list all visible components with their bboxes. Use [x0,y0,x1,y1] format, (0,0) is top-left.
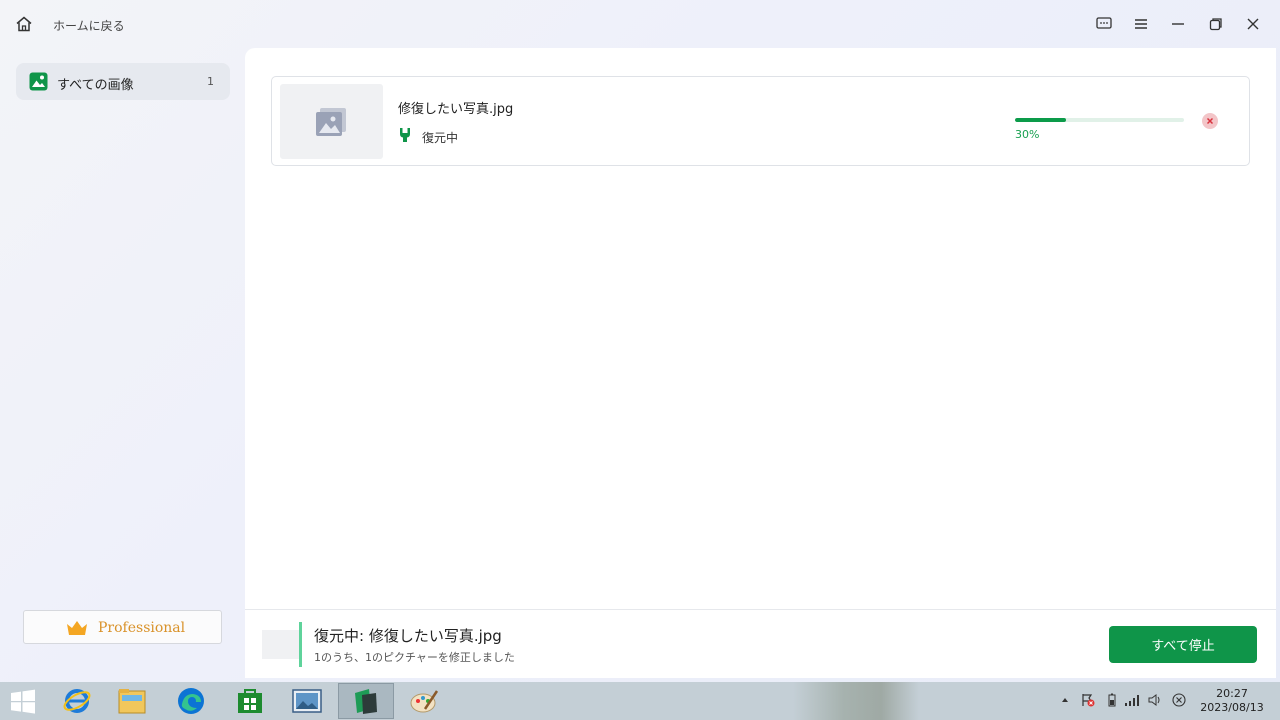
footer-thumbnail [262,630,300,659]
battery-icon[interactable] [1104,692,1120,708]
sidebar-item-all-images[interactable]: すべての画像 1 [16,63,230,100]
edge-icon[interactable] [163,683,219,719]
clock-date: 2023/08/13 [1200,701,1264,714]
progress-text: 30% [1015,128,1040,141]
store-icon[interactable] [222,683,278,719]
home-icon[interactable] [14,14,34,34]
main-panel: 修復したい写真.jpg 復元中 30% 復元中: 修復したい写真.jpg 1のう… [245,48,1276,678]
stop-all-button[interactable]: すべて停止 [1109,626,1257,663]
professional-button[interactable]: Professional [23,610,222,644]
minimize-icon[interactable] [1168,14,1188,34]
status-text: 復元中 [422,131,459,145]
file-name: 修復したい写真.jpg [398,102,514,117]
network-icon[interactable] [1124,692,1140,708]
progress-fill [1015,118,1066,122]
taskbar-wallpaper-peek [793,682,919,720]
restore-icon[interactable] [1206,14,1226,34]
clock-time: 20:27 [1216,687,1248,700]
feedback-icon[interactable] [1094,14,1114,34]
taskbar-clock[interactable]: 20:27 2023/08/13 [1197,687,1267,715]
cancel-icon[interactable] [1202,113,1218,129]
recovery-list-item: 修復したい写真.jpg 復元中 30% [271,76,1250,166]
sidebar-item-label: すべての画像 [57,78,134,93]
progress-bar [1015,118,1184,122]
footer-subtitle: 1のうち、1のピクチャーを修正しました [314,651,515,664]
crown-icon [66,620,88,636]
home-link[interactable]: ホームに戻る [53,17,125,34]
notification-off-icon[interactable] [1171,692,1187,708]
image-icon [29,72,48,91]
menu-icon[interactable] [1131,14,1151,34]
professional-label: Professional [98,620,186,636]
action-center-icon[interactable] [1080,692,1096,708]
file-thumbnail [280,84,383,159]
repair-status-icon [398,127,412,143]
tray-expand-icon[interactable] [1057,692,1073,708]
taskbar: 20:27 2023/08/13 [0,682,1280,720]
status-footer: 復元中: 修復したい写真.jpg 1のうち、1のピクチャーを修正しました すべて… [245,609,1276,678]
sidebar-item-count: 1 [207,75,214,88]
photo-viewer-icon[interactable] [279,683,335,719]
title-bar: ホームに戻る [0,0,1280,48]
windows-start-icon[interactable] [10,689,36,714]
repair-app-icon[interactable] [338,683,394,719]
footer-title: 復元中: 修復したい写真.jpg [314,627,502,645]
internet-explorer-icon[interactable] [49,683,105,719]
volume-icon[interactable] [1147,692,1163,708]
file-explorer-icon[interactable] [104,683,160,719]
footer-accent-bar [299,622,302,667]
paint-icon[interactable] [396,683,452,719]
close-icon[interactable] [1243,14,1263,34]
image-placeholder-icon [316,108,346,136]
